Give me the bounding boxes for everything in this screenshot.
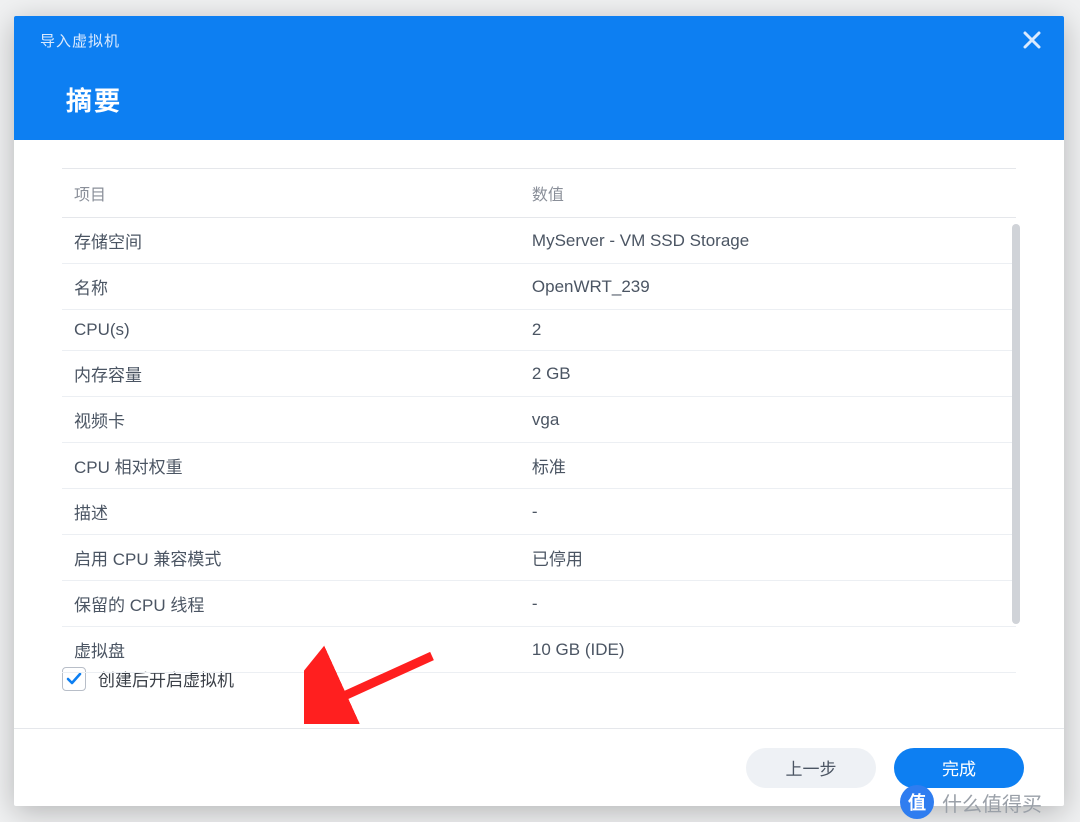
table-row: 视频卡vga	[62, 397, 1016, 443]
back-button[interactable]: 上一步	[746, 748, 876, 788]
column-header-value: 数值	[520, 169, 1016, 218]
dialog-header: 导入虚拟机 摘要	[14, 16, 1064, 140]
cell-value: 标准	[520, 443, 1016, 489]
close-icon[interactable]	[1018, 30, 1046, 58]
dialog-body: 项目 数值 存储空间MyServer - VM SSD Storage 名称Op…	[14, 140, 1064, 728]
table-row: 存储空间MyServer - VM SSD Storage	[62, 218, 1016, 264]
cell-label: 视频卡	[62, 397, 520, 443]
table-row: 保留的 CPU 线程-	[62, 581, 1016, 627]
table-row: 描述-	[62, 489, 1016, 535]
cell-label: 描述	[62, 489, 520, 535]
scrollbar[interactable]	[1012, 224, 1020, 624]
dialog-footer: 上一步 完成	[14, 728, 1064, 806]
cell-value: 已停用	[520, 535, 1016, 581]
cell-value: vga	[520, 397, 1016, 443]
cell-label: 虚拟盘	[62, 627, 520, 673]
table-row: 内存容量2 GB	[62, 351, 1016, 397]
cell-value: 10 GB (IDE)	[520, 627, 1016, 673]
summary-table: 项目 数值 存储空间MyServer - VM SSD Storage 名称Op…	[62, 168, 1016, 673]
cell-label: 保留的 CPU 线程	[62, 581, 520, 627]
import-vm-dialog: 导入虚拟机 摘要 项目 数值 存储空间MyServer - VM SSD Sto…	[14, 16, 1064, 806]
cell-value: MyServer - VM SSD Storage	[520, 218, 1016, 264]
cell-value: 2 GB	[520, 351, 1016, 397]
cell-label: 存储空间	[62, 218, 520, 264]
table-row: CPU(s)2	[62, 310, 1016, 351]
dialog-title: 摘要	[66, 81, 1038, 118]
table-row: 名称OpenWRT_239	[62, 264, 1016, 310]
cell-label: CPU(s)	[62, 310, 520, 351]
cell-value: OpenWRT_239	[520, 264, 1016, 310]
cell-label: 启用 CPU 兼容模式	[62, 535, 520, 581]
cell-value: 2	[520, 310, 1016, 351]
cell-value: -	[520, 489, 1016, 535]
done-button[interactable]: 完成	[894, 748, 1024, 788]
cell-label: 内存容量	[62, 351, 520, 397]
cell-value: -	[520, 581, 1016, 627]
table-row: 启用 CPU 兼容模式已停用	[62, 535, 1016, 581]
table-row: CPU 相对权重标准	[62, 443, 1016, 489]
dialog-subtitle: 导入虚拟机	[40, 30, 1038, 51]
summary-table-wrap: 项目 数值 存储空间MyServer - VM SSD Storage 名称Op…	[62, 168, 1016, 648]
column-header-item: 项目	[62, 169, 520, 218]
cell-label: CPU 相对权重	[62, 443, 520, 489]
table-row: 虚拟盘10 GB (IDE)	[62, 627, 1016, 673]
cell-label: 名称	[62, 264, 520, 310]
